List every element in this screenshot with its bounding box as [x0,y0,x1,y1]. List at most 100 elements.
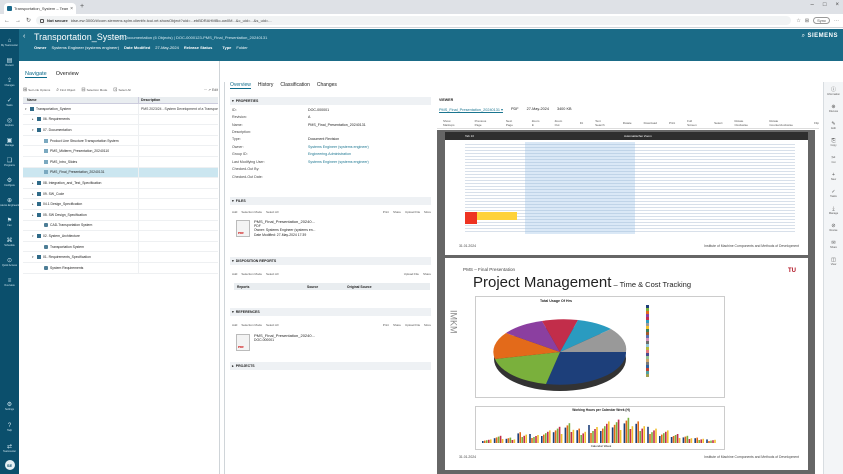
table-row[interactable]: Product Line Structure Transportation Sy… [23,135,218,147]
viewer-tool-print[interactable]: Print [669,121,675,125]
rail-item-configure[interactable]: ⚙ Configure [0,173,19,192]
expand-icon[interactable]: ▸ [32,192,35,196]
table-row[interactable]: ▸ 08. Integration_and_Test_Specification [23,178,218,189]
avatar[interactable]: SE [4,460,15,470]
viewer-tool-rotate-counterclockwise[interactable]: Rotate Counterclockwise [769,119,802,127]
table-row[interactable]: System Requirements [23,262,218,274]
command-information[interactable]: ⓘ Information [824,84,843,99]
command-tasks[interactable]: ✓ Tasks [824,186,843,201]
table-row[interactable]: Transportation System [23,241,218,253]
references-upload-button[interactable]: Upload File [405,323,420,327]
references-share-button[interactable]: Share [393,323,401,327]
table-row[interactable]: PMS_Intro_Slides [23,156,218,168]
property-value[interactable]: Systems Engineer (systems engineer) [308,145,369,149]
close-window-icon[interactable]: × [835,2,839,8]
files-print-button[interactable]: Print [383,210,389,214]
file-name[interactable]: PMS_Final_Presentation_20240... [254,219,315,224]
section-references[interactable]: ▾ REFERENCES [230,308,431,316]
maximize-icon[interactable]: □ [823,2,827,8]
collapse-icon[interactable]: ▾ [25,107,28,111]
collapse-icon[interactable]: ▾ [32,255,35,259]
rail-item-teamcenter[interactable]: ⇄ Teamcenter [0,439,19,458]
close-tab-icon[interactable]: × [70,6,73,12]
search-icon[interactable]: ⌕ [802,33,805,40]
command-new[interactable]: + New [824,169,843,184]
expand-icon[interactable]: ▸ [32,181,35,185]
files-add-button[interactable]: Add [232,210,237,214]
rail-item-my-teamcenter[interactable]: ⌂ My Teamcenter [0,33,19,52]
reference-tile[interactable]: PMS_Final_Presentation_20240... DOC-0000… [236,333,315,351]
files-more-button[interactable]: More [424,210,431,214]
references-more-button[interactable]: More [424,323,431,327]
table-row[interactable]: ▾ 01. Requirements_Specification [23,252,218,263]
rail-item-explore[interactable]: ◎ Explore [0,113,19,132]
reload-icon[interactable]: ↻ [26,17,31,24]
table-row[interactable]: CAD-Transportation System [23,220,218,232]
select-all-button[interactable]: ⊡ Select All [113,87,131,93]
rail-item-settings[interactable]: ⚙ Settings [0,397,19,416]
viewer-tool-fit[interactable]: Fit [580,121,583,125]
rail-item-manage[interactable]: ▣ Manage [0,133,19,152]
command-copy[interactable]: ⎘ Copy [824,135,843,150]
rail-item-schedule[interactable]: ⌘ Schedule [0,233,19,252]
references-select-all-button[interactable]: Select All [266,323,278,327]
command-share[interactable]: ✉ Share [824,237,843,252]
section-properties[interactable]: ▾ PROPERTIES [230,97,431,105]
viewer-tool-rotate-clockwise[interactable]: Rotate Clockwise [734,119,757,127]
viewer-tool-show-markups[interactable]: Show Markups [443,119,463,127]
files-share-button[interactable]: Share [393,210,401,214]
property-value[interactable]: Engineering.Administration [308,152,351,156]
expand-icon[interactable]: ▸ [32,213,35,217]
column-name[interactable]: Name [23,97,139,103]
table-row[interactable]: PMS_Final_Presentation_20240131 [23,167,218,179]
disposition-selection-mode-button[interactable]: Selection Mode [241,272,262,276]
collapse-icon[interactable]: ▾ [32,128,35,132]
references-add-button[interactable]: Add [232,323,237,327]
sync-button[interactable]: Sync [813,17,830,24]
new-tab-icon[interactable]: + [80,3,84,10]
pdf-document-area[interactable]: Tab 10 Automatischer Zoom 31.01.2024 Ins… [437,130,815,474]
viewer-tool-select[interactable]: Select [714,121,722,125]
disposition-share-button[interactable]: Share [423,272,431,276]
star-icon[interactable]: ☆ [796,18,800,24]
references-print-button[interactable]: Print [383,323,389,327]
rail-item-changes[interactable]: ⇪ Changes [0,73,19,92]
find-object-button[interactable]: ⌕ Find Object [56,87,75,93]
column-reports[interactable]: Reports [234,285,304,289]
table-row[interactable]: ▾ 02. System_Architecture [23,231,218,242]
command-view[interactable]: ◫ View [824,254,843,269]
viewer-tool-zoom-out[interactable]: Zoom Out [555,119,568,127]
rail-item-help[interactable]: ? Help [0,418,19,437]
references-selection-mode-button[interactable]: Selection Mode [241,323,262,327]
rail-item-fav[interactable]: ⚑ Fav [0,213,19,232]
tab-overview-details[interactable]: Overview [230,82,251,89]
menu-icon[interactable]: ⋯ [834,18,839,24]
tab-changes[interactable]: Changes [317,82,337,89]
navigate-toolbar-more[interactable]: ⋯ ↗ Edit [204,88,218,92]
rail-item-systems-engineering[interactable]: ⊕ Systems Engineering [0,193,21,212]
viewer-tool-text-search[interactable]: Text Search [595,119,611,127]
viewer-tool-rotate[interactable]: Rotate [623,121,632,125]
column-original-source[interactable]: Original Source [344,285,414,289]
rail-item-quick-access[interactable]: ⊙ Quick Access [0,253,19,272]
table-row[interactable]: ▸ 06. Requirements [23,114,218,126]
tab-history[interactable]: History [258,82,274,89]
property-value[interactable]: Systems Engineer (systems engineer) [308,160,369,164]
rail-item-programs[interactable]: ❑ Programs [0,153,19,172]
viewer-tool-next-page[interactable]: Next Page [506,119,520,127]
tab-overview[interactable]: Overview [56,71,79,78]
tab-navigate[interactable]: Navigate [25,71,47,78]
viewer-file-select[interactable]: PMS_Final_Presentation_20240131 ▾ [439,107,503,112]
command-manage[interactable]: ⤓ Manage [824,203,843,218]
rail-item-recent[interactable]: ▤ Recent [0,53,19,72]
back-arrow-icon[interactable]: ‹ [23,33,25,40]
viewer-tool-flip[interactable]: Flip [814,121,819,125]
command-discuss[interactable]: ⊕ Discuss [824,101,843,116]
tab-classification[interactable]: Classification [280,82,309,89]
command-cut[interactable]: ✂ Cut [824,152,843,167]
files-selection-mode-button[interactable]: Selection Mode [241,210,262,214]
panel-divider[interactable] [224,82,225,474]
table-row[interactable]: ▸ 05. SW Design_Specification [23,209,218,221]
table-row[interactable]: ▸ 04.1 Design_Specification [23,199,218,210]
files-select-all-button[interactable]: Select All [266,210,278,214]
